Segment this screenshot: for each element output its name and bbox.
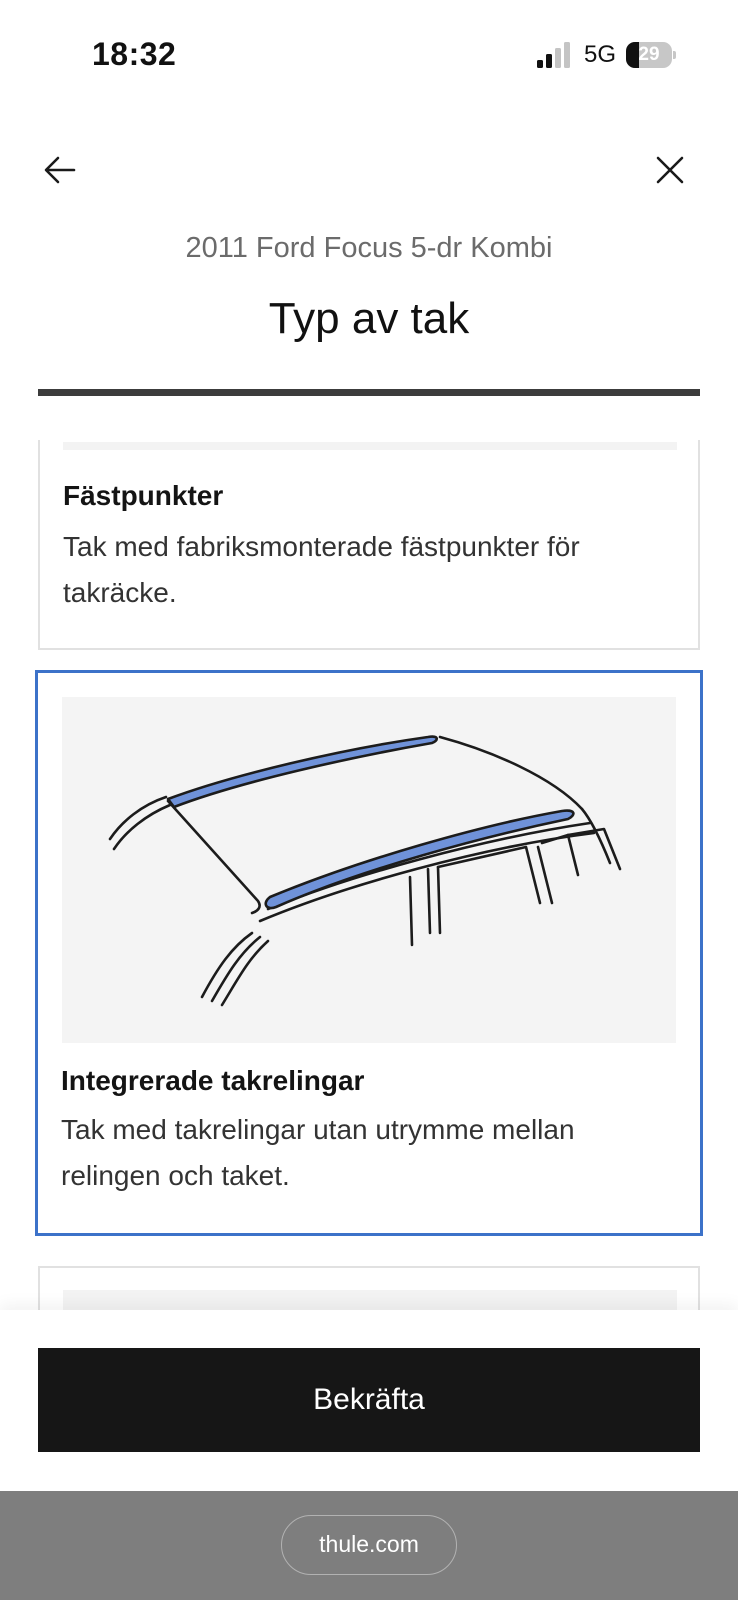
option-description: Tak med fabriksmonterade fästpunkter för…: [63, 531, 580, 608]
app-screen: 18:32 5G 29 2011 Ford Focus 5-dr Kombi T…: [0, 0, 738, 1600]
network-label: 5G: [583, 41, 616, 68]
signal-bar: [554, 48, 561, 68]
option-card-next[interactable]: [38, 1266, 700, 1310]
status-bar: 18:32 5G 29: [0, 0, 738, 110]
back-button[interactable]: [36, 146, 84, 194]
option-description: Tak med takrelingar utan utrymme mellan …: [61, 1114, 575, 1191]
signal-icon: [536, 42, 570, 68]
option-card-integrerade-takrelingar[interactable]: Integrerade takrelingar Tak med takrelin…: [35, 670, 703, 1236]
progress-bar: [38, 389, 700, 396]
arrow-left-icon: [44, 156, 76, 184]
signal-bar: [563, 42, 570, 68]
status-time: 18:32: [92, 36, 177, 72]
page-title: Typ av tak: [268, 294, 470, 343]
battery-cap: [673, 51, 676, 59]
browser-bar: thule.com: [0, 1491, 738, 1600]
vehicle-name: 2011 Ford Focus 5-dr Kombi: [185, 232, 553, 264]
option-card-fastpunkter[interactable]: Fästpunkter Tak med fabriksmonterade fäs…: [38, 440, 700, 650]
option-image-next: [63, 1290, 677, 1310]
footer: Bekräfta: [0, 1310, 738, 1491]
battery-body: 29: [626, 42, 672, 68]
signal-bar: [545, 54, 552, 68]
car-roof-rails-icon: [108, 735, 622, 1007]
close-button[interactable]: [646, 146, 694, 194]
option-image-fastpunkter: [63, 442, 677, 450]
status-icons: 5G 29: [536, 40, 676, 70]
option-title: Integrerade takrelingar: [61, 1065, 365, 1096]
battery-icon: 29: [626, 42, 676, 68]
close-icon: [656, 156, 684, 184]
roof-type-options[interactable]: Fästpunkter Tak med fabriksmonterade fäs…: [0, 440, 738, 1310]
progress-fill: [38, 389, 700, 396]
signal-bar: [536, 60, 543, 68]
url-pill[interactable]: thule.com: [281, 1515, 457, 1575]
confirm-button[interactable]: Bekräfta: [38, 1348, 700, 1452]
battery-level: 29: [638, 44, 660, 65]
option-title: Fästpunkter: [63, 480, 224, 511]
roof-rails-illustration: [62, 697, 676, 1043]
